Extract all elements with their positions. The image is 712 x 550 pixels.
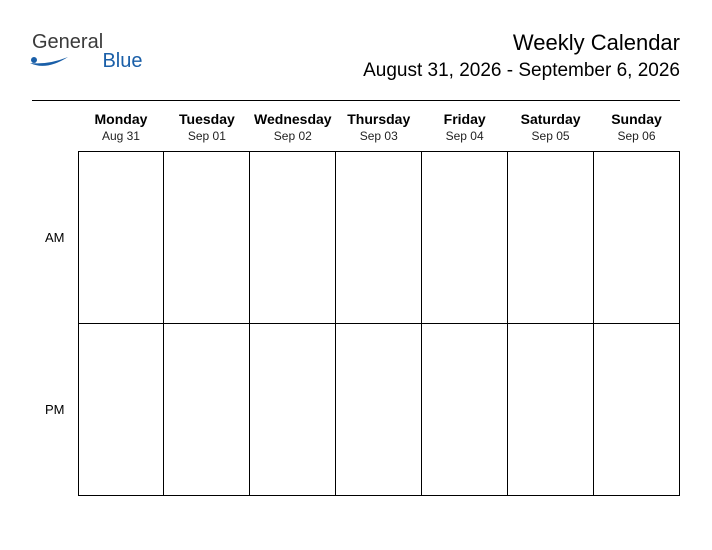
calendar-cell (594, 152, 680, 324)
calendar-table: Monday Tuesday Wednesday Thursday Friday… (32, 105, 680, 496)
calendar-cell (78, 324, 164, 496)
calendar-cell (336, 152, 422, 324)
calendar-cell (164, 152, 250, 324)
pm-row: PM (32, 324, 680, 496)
top-rule (32, 100, 680, 101)
corner-blank (32, 105, 78, 129)
calendar-cell (508, 152, 594, 324)
calendar: Monday Tuesday Wednesday Thursday Friday… (32, 100, 680, 496)
calendar-cell (250, 152, 336, 324)
day-header: Saturday (508, 105, 594, 129)
day-name-row: Monday Tuesday Wednesday Thursday Friday… (32, 105, 680, 129)
swoosh-icon (28, 53, 70, 69)
day-date: Aug 31 (78, 129, 164, 152)
page-title: Weekly Calendar (363, 30, 680, 56)
day-date: Sep 01 (164, 129, 250, 152)
day-header: Thursday (336, 105, 422, 129)
calendar-cell (508, 324, 594, 496)
corner-blank (32, 129, 78, 152)
day-date: Sep 05 (508, 129, 594, 152)
calendar-cell (164, 324, 250, 496)
calendar-cell (594, 324, 680, 496)
page-header: General Blue Weekly Calendar August 31, … (32, 30, 680, 82)
calendar-cell (78, 152, 164, 324)
day-date: Sep 06 (594, 129, 680, 152)
day-date-row: Aug 31 Sep 01 Sep 02 Sep 03 Sep 04 Sep 0… (32, 129, 680, 152)
calendar-cell (336, 324, 422, 496)
day-date: Sep 04 (422, 129, 508, 152)
brand-word-1: General (32, 32, 103, 52)
day-date: Sep 03 (336, 129, 422, 152)
am-row: AM (32, 152, 680, 324)
brand-logo: General Blue (32, 32, 142, 74)
day-header: Monday (78, 105, 164, 129)
date-range: August 31, 2026 - September 6, 2026 (363, 60, 680, 82)
calendar-cell (422, 152, 508, 324)
am-label: AM (32, 152, 78, 324)
day-header: Friday (422, 105, 508, 129)
day-header: Sunday (594, 105, 680, 129)
calendar-cell (250, 324, 336, 496)
day-date: Sep 02 (250, 129, 336, 152)
title-block: Weekly Calendar August 31, 2026 - Septem… (363, 30, 680, 82)
calendar-cell (422, 324, 508, 496)
brand-word-2: Blue (102, 51, 142, 71)
pm-label: PM (32, 324, 78, 496)
day-header: Wednesday (250, 105, 336, 129)
day-header: Tuesday (164, 105, 250, 129)
